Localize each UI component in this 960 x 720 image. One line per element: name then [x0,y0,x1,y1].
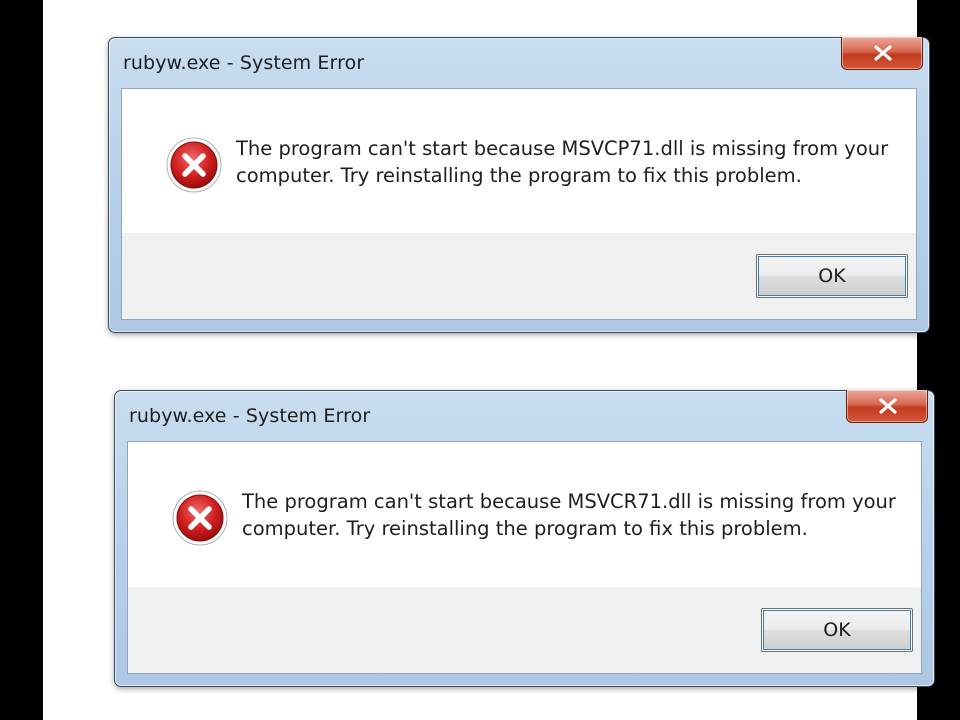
error-dialog-msvcp71: rubyw.exe - System Error The program can… [108,37,930,333]
close-icon [879,398,897,414]
close-button[interactable] [846,390,928,423]
ok-button[interactable]: OK [761,608,913,652]
close-button[interactable] [841,37,923,70]
page-background: rubyw.exe - System Error The program can… [43,0,935,720]
error-icon [166,137,222,193]
close-icon [874,45,892,61]
dialog-title: rubyw.exe - System Error [123,52,365,74]
ok-button[interactable]: OK [756,254,908,298]
error-message-line-1: The program can't start because MSVCP71.… [236,137,889,160]
error-message-line-2: computer. Try reinstalling the program t… [242,517,808,540]
error-dialog-msvcr71: rubyw.exe - System Error The program can… [114,390,935,687]
button-bar: OK [122,233,916,319]
dialog-content: The program can't start because MSVCP71.… [121,88,917,320]
dialog-title: rubyw.exe - System Error [129,405,371,427]
error-message: The program can't start because MSVCR71.… [242,488,896,542]
dialog-content: The program can't start because MSVCR71.… [127,441,922,674]
error-message-line-1: The program can't start because MSVCR71.… [242,490,896,513]
error-icon [172,490,228,546]
error-message-line-2: computer. Try reinstalling the program t… [236,164,802,187]
error-message: The program can't start because MSVCP71.… [236,135,889,189]
button-bar: OK [128,587,921,673]
